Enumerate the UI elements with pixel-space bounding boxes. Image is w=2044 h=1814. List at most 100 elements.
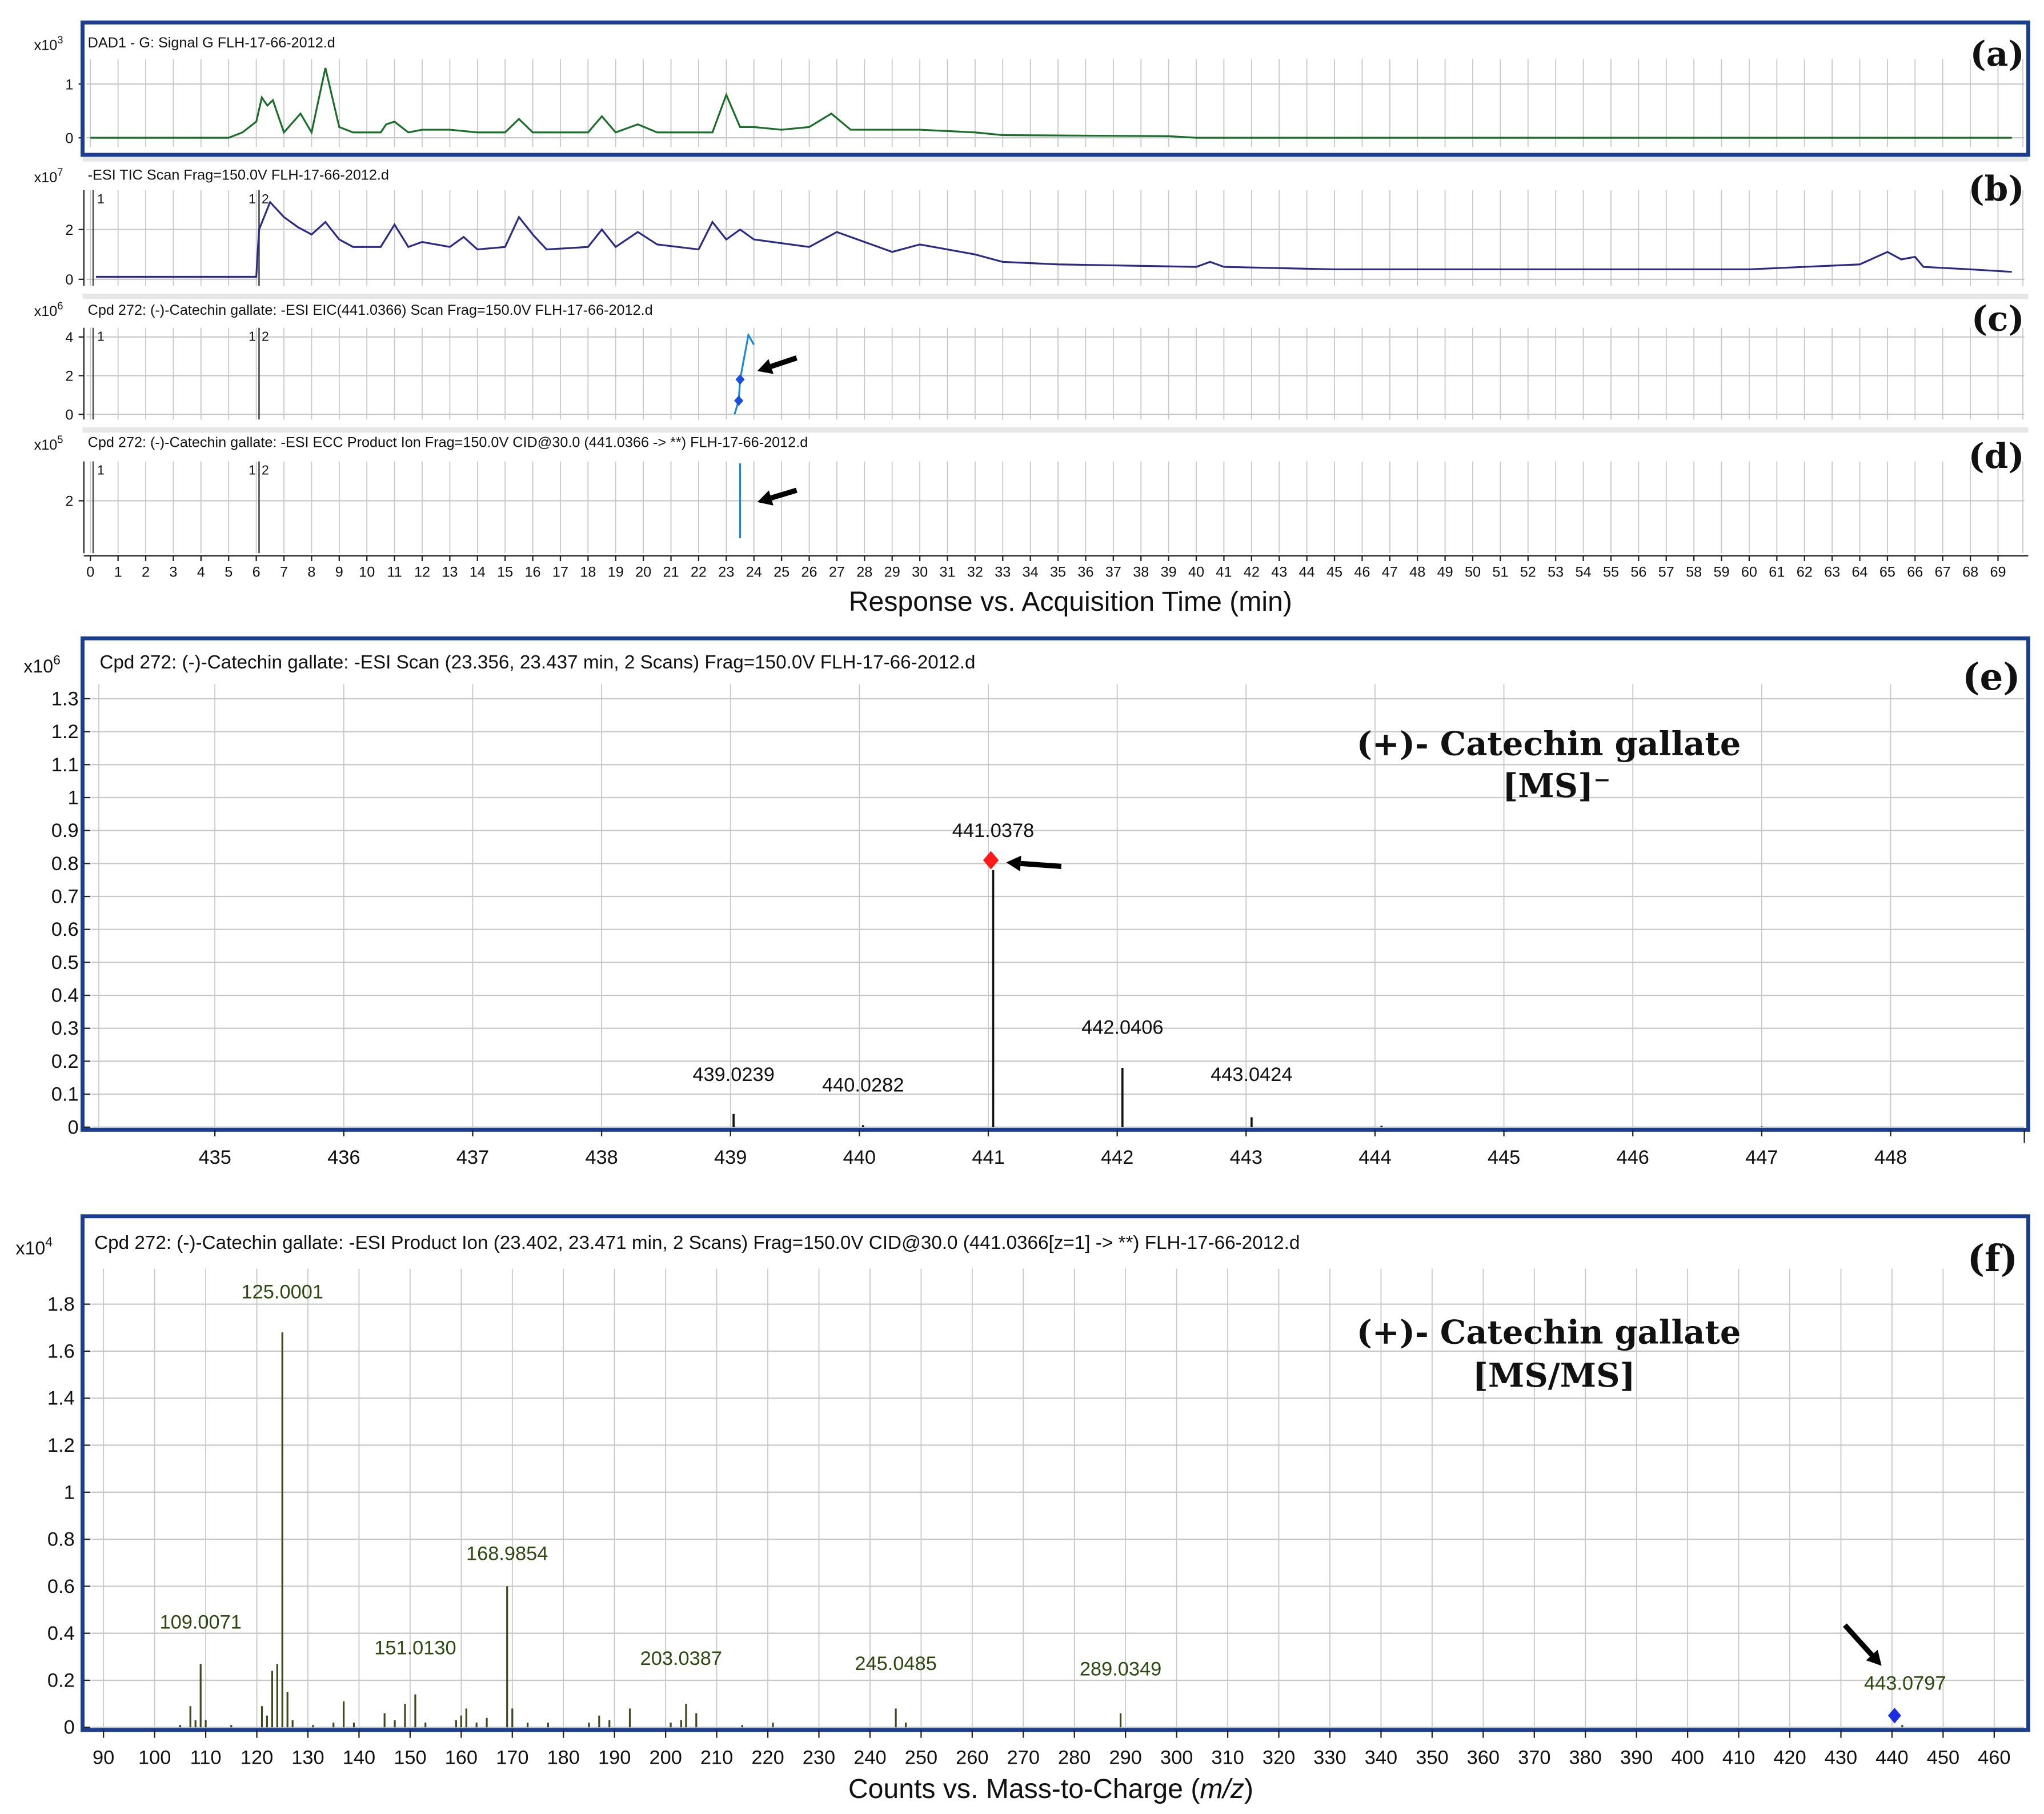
x-tick-label: 3 (169, 564, 177, 580)
x-tick-label: 180 (547, 1747, 580, 1769)
x-tick-label: 230 (803, 1747, 835, 1769)
x-tick-label: 330 (1313, 1747, 1346, 1769)
x-tick-label: 30 (912, 564, 928, 580)
x-tick-label: 444 (1358, 1147, 1391, 1168)
x-tick-label: 160 (445, 1747, 478, 1769)
x-tick-label: 340 (1365, 1747, 1397, 1769)
x-tick-label: 17 (552, 564, 568, 580)
x-tick-label: 10 (359, 564, 375, 580)
x-tick-label: 43 (1271, 564, 1287, 580)
panel-letter-e: (e) (1962, 656, 2021, 699)
x-tick-label: 23 (718, 564, 734, 580)
peak-label: 203.0387 (640, 1648, 722, 1669)
y-tick-label: 1.3 (51, 688, 79, 710)
peak-label: 439.0239 (692, 1064, 774, 1086)
panel-separator (82, 294, 2029, 299)
x-tick-label: 64 (1851, 564, 1867, 580)
x-tick-label: 57 (1658, 564, 1674, 580)
x-tick-label: 6 (253, 564, 260, 580)
y-tick-label: 1.2 (47, 1435, 75, 1456)
x-tick-label: 20 (635, 564, 651, 580)
x-tick-label: 448 (1874, 1147, 1907, 1168)
x-tick-label: 445 (1488, 1147, 1520, 1168)
x-tick-label: 31 (939, 564, 955, 580)
y-tick-label: 1.8 (47, 1294, 75, 1315)
y-tick-label: 0 (67, 1116, 78, 1138)
panel-separator (82, 427, 2029, 433)
chromatogram-spectrum-figure: 010202420 1 2 3 4 5 6 7 8 9 10 11 12 13 14 15 16 17 18 19 20… (0, 0, 2044, 1814)
y-tick-label: 0.6 (51, 919, 79, 940)
x-tick-label: 36 (1077, 564, 1093, 580)
x-tick-label: 37 (1105, 564, 1121, 580)
y-tick-label: 1 (65, 77, 73, 93)
x-tick-label: 90 (93, 1747, 114, 1769)
x-tick-label: 63 (1824, 564, 1840, 580)
y-tick-label: 0 (64, 1717, 75, 1739)
peak-label: 125.0001 (242, 1281, 323, 1303)
x-tick-label: 66 (1907, 564, 1923, 580)
x-tick-label: 14 (470, 564, 486, 580)
y-tick-label: 0 (65, 272, 73, 288)
x-tick-label: 42 (1244, 564, 1260, 580)
y-tick-label: 1 (64, 1481, 75, 1503)
x-tick-label: 441 (972, 1147, 1004, 1168)
x-tick-label: 250 (905, 1747, 937, 1769)
segment-label: 2 (262, 463, 269, 478)
x-tick-label: 439 (714, 1147, 747, 1168)
x-tick-label: 360 (1467, 1747, 1500, 1769)
panel-b-title: -ESI TIC Scan Frag=150.0V FLH-17-66-2012… (88, 167, 389, 183)
x-tick-label: 430 (1825, 1747, 1857, 1769)
y-tick-label: 1.2 (51, 721, 79, 743)
y-tick-label: 0.4 (47, 1623, 75, 1644)
y-tick-label: 0.6 (47, 1576, 75, 1597)
x-tick-label: 45 (1326, 564, 1342, 580)
x-tick-label: 280 (1058, 1747, 1091, 1769)
x-tick-label: 442 (1101, 1147, 1133, 1168)
segment-label: 2 (262, 191, 269, 206)
segment-label: 1 (249, 463, 256, 478)
x-tick-label: 11 (387, 564, 402, 580)
x-tick-label: 51 (1492, 564, 1508, 580)
x-tick-label: 49 (1437, 564, 1453, 580)
peak-label: 289.0349 (1080, 1658, 1161, 1680)
peak-label: 151.0130 (374, 1637, 456, 1659)
segment-label: 2 (262, 329, 269, 344)
x-tick-label: 443 (1230, 1147, 1263, 1168)
y-tick-label: 0 (65, 130, 73, 146)
y-tick-label: 0 (65, 407, 73, 423)
segment-label: 1 (249, 191, 256, 206)
x-tick-label: 100 (138, 1747, 171, 1769)
y-tick-label: 0.3 (51, 1018, 79, 1039)
x-tick-label: 200 (649, 1747, 682, 1769)
x-tick-label: 44 (1299, 564, 1315, 580)
x-tick-label: 290 (1109, 1747, 1141, 1769)
x-tick-label: 39 (1161, 564, 1177, 580)
x-tick-label: 110 (190, 1747, 222, 1769)
time-axis-title: Response vs. Acquisition Time (min) (849, 586, 1292, 617)
x-tick-label: 18 (580, 564, 596, 580)
x-tick-label: 410 (1722, 1747, 1755, 1769)
x-tick-label: 58 (1686, 564, 1702, 580)
annotation-e-ms: [MS]⁻ (1502, 766, 1610, 805)
segment-label: 1 (97, 329, 105, 344)
x-tick-label: 7 (280, 564, 288, 580)
x-tick-label: 460 (1978, 1747, 2010, 1769)
x-tick-label: 0 (86, 564, 94, 580)
x-tick-label: 420 (1773, 1747, 1806, 1769)
x-tick-label: 390 (1620, 1747, 1653, 1769)
x-tick-label: 140 (343, 1747, 375, 1769)
x-tick-label: 68 (1962, 564, 1978, 580)
x-tick-label: 40 (1188, 564, 1204, 580)
annotation-e-compound: (+)- Catechin gallate (1357, 724, 1741, 763)
x-tick-label: 437 (456, 1147, 489, 1168)
peak-label: 245.0485 (855, 1653, 936, 1675)
x-tick-label: 12 (414, 564, 430, 580)
x-tick-label: 440 (1875, 1747, 1908, 1769)
x-tick-label: 28 (856, 564, 872, 580)
x-tick-label: 240 (853, 1747, 886, 1769)
y-tick-label: 4 (65, 330, 73, 346)
x-tick-label: 130 (291, 1747, 324, 1769)
panel-c-title: Cpd 272: (-)-Catechin gallate: -ESI EIC(… (88, 302, 653, 318)
peak-label: 443.0424 (1211, 1064, 1292, 1086)
x-tick-label: 56 (1630, 564, 1646, 580)
